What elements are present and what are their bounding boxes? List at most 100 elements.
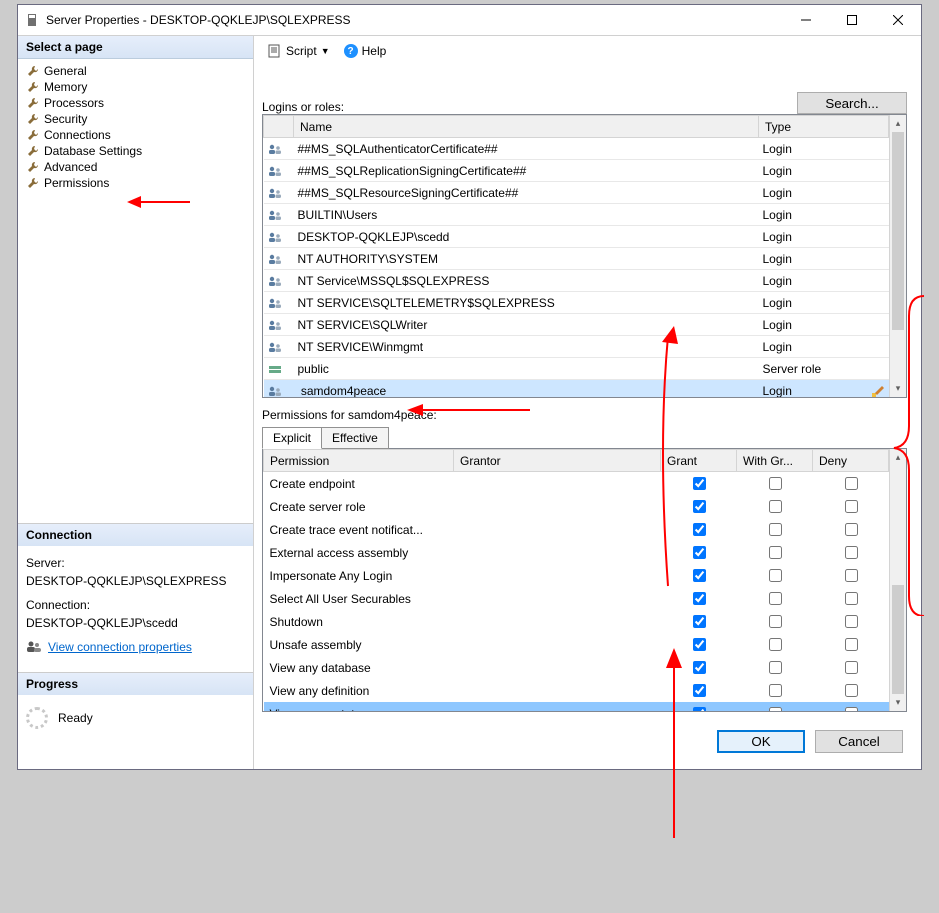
checkbox[interactable] (693, 684, 706, 697)
connection-header: Connection (18, 524, 253, 546)
script-button[interactable]: Script ▼ (264, 42, 334, 60)
checkbox[interactable] (693, 592, 706, 605)
checkbox[interactable] (769, 569, 782, 582)
checkbox[interactable] (693, 707, 706, 711)
login-row[interactable]: ##MS_SQLAuthenticatorCertificate## Login (264, 138, 889, 160)
page-label: Advanced (44, 160, 97, 174)
checkbox[interactable] (845, 684, 858, 697)
maximize-button[interactable] (829, 5, 875, 35)
page-item-database-settings[interactable]: Database Settings (18, 143, 253, 159)
server-value: DESKTOP-QQKLEJP\SQLEXPRESS (26, 572, 245, 590)
permission-row[interactable]: View server state (264, 702, 889, 711)
checkbox[interactable] (769, 661, 782, 674)
checkbox[interactable] (769, 638, 782, 651)
logins-scrollbar[interactable]: ▴ ▾ (889, 115, 906, 397)
checkbox[interactable] (845, 477, 858, 490)
checkbox[interactable] (769, 500, 782, 513)
checkbox[interactable] (845, 592, 858, 605)
page-item-general[interactable]: General (18, 63, 253, 79)
checkbox[interactable] (693, 615, 706, 628)
permission-row[interactable]: View any definition (264, 679, 889, 702)
login-row[interactable]: NT Service\MSSQL$SQLEXPRESS Login (264, 270, 889, 292)
checkbox[interactable] (845, 661, 858, 674)
checkbox[interactable] (693, 500, 706, 513)
checkbox[interactable] (769, 684, 782, 697)
permission-row[interactable]: Unsafe assembly (264, 633, 889, 656)
checkbox[interactable] (769, 523, 782, 536)
checkbox[interactable] (845, 707, 858, 711)
checkbox[interactable] (845, 638, 858, 651)
login-row[interactable]: NT SERVICE\Winmgmt Login (264, 336, 889, 358)
scroll-thumb[interactable] (892, 585, 904, 694)
perm-name-cell: Create server role (264, 495, 454, 518)
col-grant[interactable]: Grant (661, 450, 737, 472)
col-withgrant[interactable]: With Gr... (737, 450, 813, 472)
col-permission[interactable]: Permission (264, 450, 454, 472)
ok-button[interactable]: OK (717, 730, 805, 753)
perm-grantor-cell (454, 679, 661, 702)
tab-explicit[interactable]: Explicit (262, 427, 322, 449)
login-row[interactable]: BUILTIN\Users Login (264, 204, 889, 226)
view-connection-properties-link[interactable]: View connection properties (48, 638, 192, 656)
scroll-up-icon[interactable]: ▴ (890, 449, 906, 466)
perm-deny-cell (813, 518, 889, 541)
col-type[interactable]: Type (759, 116, 889, 138)
permission-row[interactable]: Shutdown (264, 610, 889, 633)
edit-row-icon[interactable] (871, 384, 885, 398)
checkbox[interactable] (693, 569, 706, 582)
checkbox[interactable] (769, 592, 782, 605)
permission-row[interactable]: Create endpoint (264, 472, 889, 496)
checkbox[interactable] (693, 638, 706, 651)
checkbox[interactable] (845, 615, 858, 628)
perm-withgrant-cell (737, 702, 813, 711)
tab-effective[interactable]: Effective (322, 427, 389, 449)
page-item-memory[interactable]: Memory (18, 79, 253, 95)
permission-row[interactable]: External access assembly (264, 541, 889, 564)
checkbox[interactable] (845, 500, 858, 513)
login-row[interactable]: public Server role (264, 358, 889, 380)
checkbox[interactable] (693, 661, 706, 674)
close-button[interactable] (875, 5, 921, 35)
permission-row[interactable]: Impersonate Any Login (264, 564, 889, 587)
login-row[interactable]: NT SERVICE\SQLWriter Login (264, 314, 889, 336)
col-icon[interactable] (264, 116, 294, 138)
checkbox[interactable] (845, 569, 858, 582)
page-item-advanced[interactable]: Advanced (18, 159, 253, 175)
login-row[interactable]: NT SERVICE\SQLTELEMETRY$SQLEXPRESS Login (264, 292, 889, 314)
page-item-connections[interactable]: Connections (18, 127, 253, 143)
checkbox[interactable] (769, 546, 782, 559)
login-row[interactable]: DESKTOP-QQKLEJP\scedd Login (264, 226, 889, 248)
page-item-security[interactable]: Security (18, 111, 253, 127)
col-deny[interactable]: Deny (813, 450, 889, 472)
login-row[interactable]: NT AUTHORITY\SYSTEM Login (264, 248, 889, 270)
permissions-scrollbar[interactable]: ▴ ▾ (889, 449, 906, 711)
checkbox[interactable] (769, 615, 782, 628)
checkbox[interactable] (769, 477, 782, 490)
help-button[interactable]: ? Help (340, 42, 391, 60)
perm-withgrant-cell (737, 633, 813, 656)
checkbox[interactable] (845, 523, 858, 536)
checkbox[interactable] (845, 546, 858, 559)
minimize-button[interactable] (783, 5, 829, 35)
login-row[interactable]: ##MS_SQLResourceSigningCertificate## Log… (264, 182, 889, 204)
permission-row[interactable]: Create server role (264, 495, 889, 518)
checkbox[interactable] (693, 477, 706, 490)
search-button[interactable]: Search... (797, 92, 907, 114)
permission-row[interactable]: Create trace event notificat... (264, 518, 889, 541)
scroll-down-icon[interactable]: ▾ (890, 694, 906, 711)
col-name[interactable]: Name (294, 116, 759, 138)
permission-row[interactable]: Select All User Securables (264, 587, 889, 610)
col-grantor[interactable]: Grantor (454, 450, 661, 472)
permission-row[interactable]: View any database (264, 656, 889, 679)
checkbox[interactable] (693, 523, 706, 536)
login-row[interactable]: ##MS_SQLReplicationSigningCertificate## … (264, 160, 889, 182)
checkbox[interactable] (693, 546, 706, 559)
cancel-button[interactable]: Cancel (815, 730, 903, 753)
scroll-thumb[interactable] (892, 132, 904, 330)
checkbox[interactable] (769, 707, 782, 711)
login-row[interactable]: samdom4peace Login (264, 380, 889, 398)
scroll-up-icon[interactable]: ▴ (890, 115, 906, 132)
page-item-permissions[interactable]: Permissions (18, 175, 253, 191)
scroll-down-icon[interactable]: ▾ (890, 380, 906, 397)
page-item-processors[interactable]: Processors (18, 95, 253, 111)
